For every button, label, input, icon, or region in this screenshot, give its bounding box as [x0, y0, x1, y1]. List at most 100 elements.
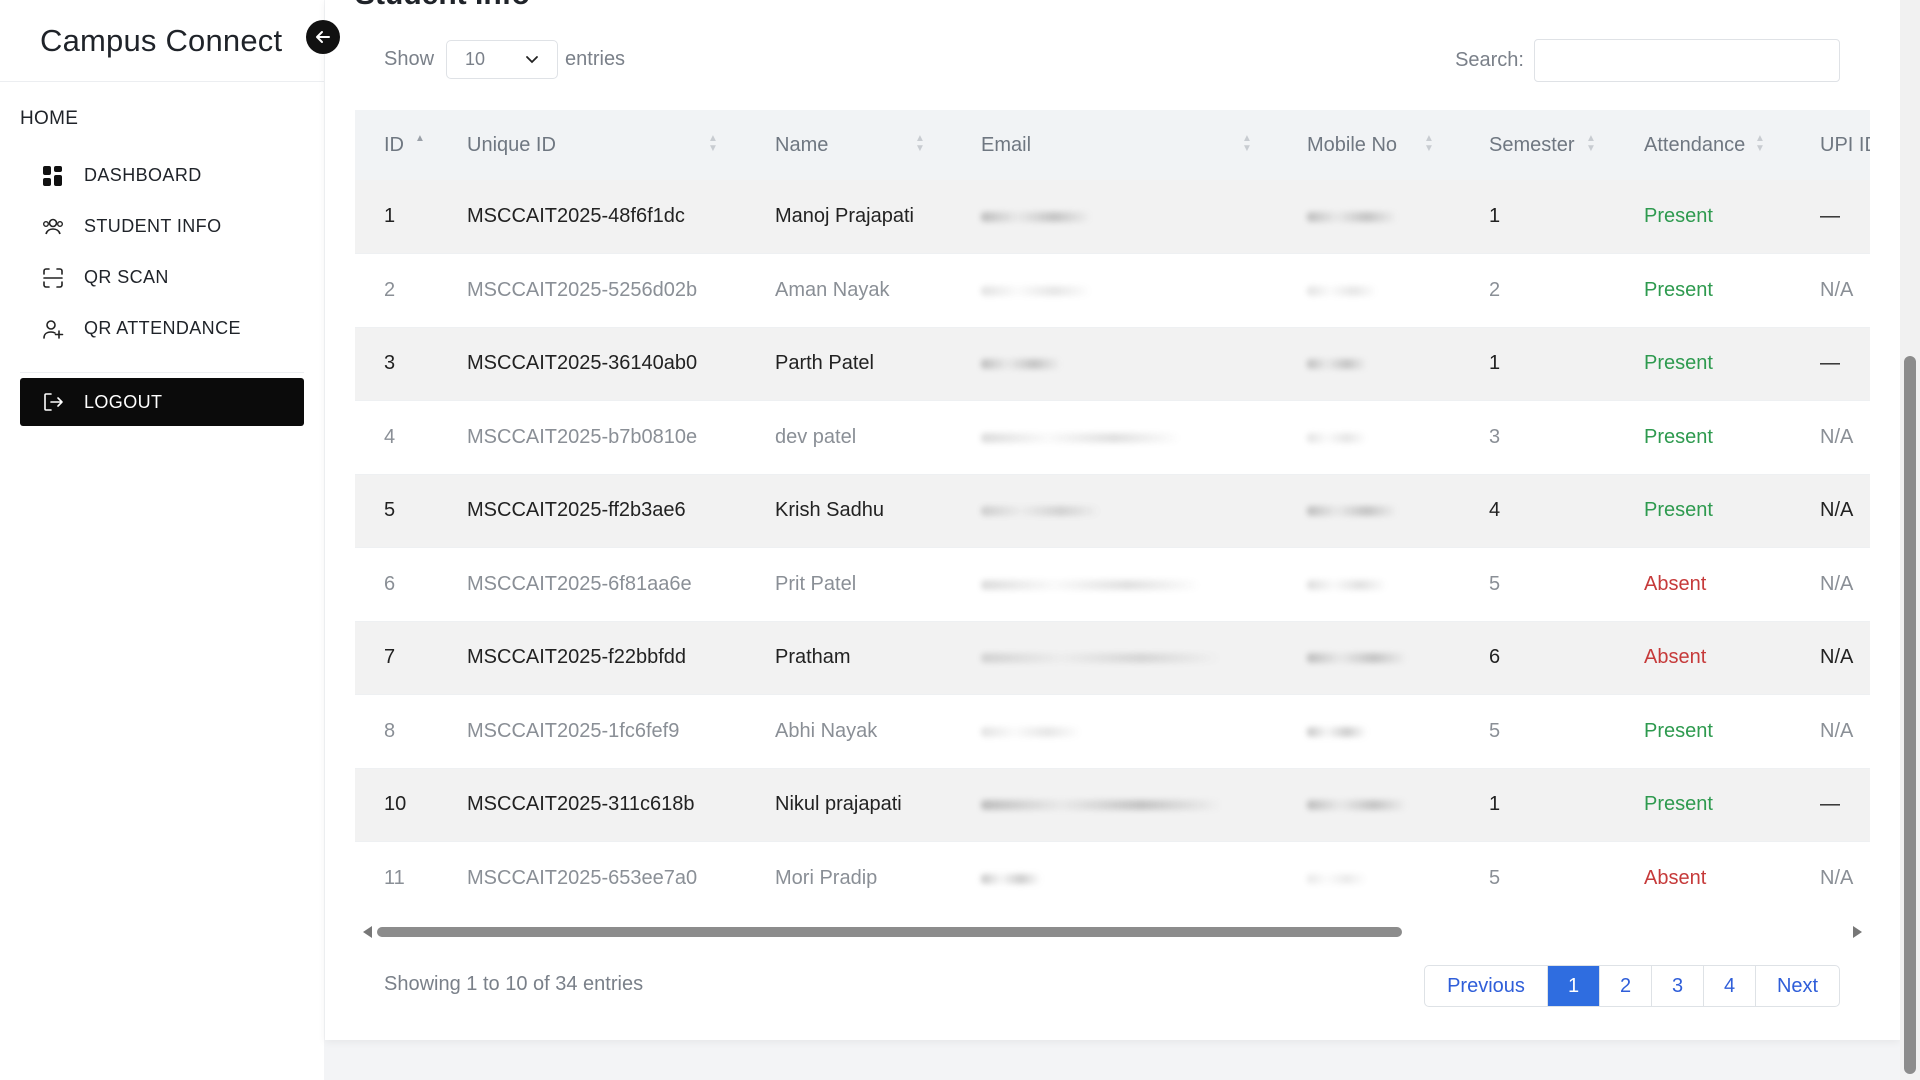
- sort-icon: ▲ ▼: [1424, 133, 1434, 154]
- column-header-semester[interactable]: Semester ▲ ▼: [1460, 110, 1615, 180]
- cell-unique-id: MSCCAIT2025-1fc6fef9: [467, 719, 680, 742]
- cell-semester: 2: [1489, 278, 1501, 301]
- table-horizontal-scrollbar[interactable]: [355, 925, 1870, 939]
- cell-attendance: Absent: [1644, 866, 1707, 889]
- dashboard-grid-icon: [40, 163, 66, 189]
- redacted-mobile: [1307, 432, 1367, 443]
- cell-email-redacted: [952, 401, 1278, 475]
- cell-email-redacted: [952, 474, 1278, 548]
- cell-unique-id: MSCCAIT2025-311c618b: [467, 793, 695, 816]
- cell-upi-id: N/A: [1820, 572, 1854, 595]
- table-row[interactable]: 10 MSCCAIT2025-311c618b Nikul prajapati …: [355, 768, 1870, 842]
- nav-section-home: HOME: [20, 108, 79, 129]
- table-row[interactable]: 3 MSCCAIT2025-36140ab0 Parth Patel 1 Pre…: [355, 327, 1870, 401]
- cell-name: Manoj Prajapati: [775, 205, 914, 227]
- cell-semester: 5: [1489, 572, 1501, 595]
- next-page-button[interactable]: Next: [1755, 966, 1839, 1006]
- cell-upi-id: N/A: [1820, 278, 1854, 301]
- page-4-button[interactable]: 4: [1703, 966, 1755, 1006]
- table-row[interactable]: 7 MSCCAIT2025-f22bbfdd Pratham 6 Absent …: [355, 621, 1870, 695]
- table-row[interactable]: 2 MSCCAIT2025-5256d02b Aman Nayak 2 Pres…: [355, 253, 1870, 328]
- table-row[interactable]: 6 MSCCAIT2025-6f81aa6e Prit Patel 5 Abse…: [355, 547, 1870, 622]
- sidebar-item-label: STUDENT INFO: [84, 216, 222, 236]
- cell-semester: 1: [1489, 352, 1501, 375]
- cell-mobile-redacted: [1278, 548, 1460, 622]
- search-input[interactable]: [1534, 39, 1840, 82]
- cell-id: 2: [384, 278, 396, 301]
- column-header-mobile[interactable]: Mobile No ▲ ▼: [1278, 110, 1460, 180]
- cell-attendance: Present: [1644, 793, 1713, 816]
- column-header-email[interactable]: Email ▲ ▼: [952, 110, 1278, 180]
- column-header-upi-id[interactable]: UPI ID: [1791, 110, 1870, 180]
- column-header-attendance[interactable]: Attendance ▲ ▼: [1615, 110, 1791, 180]
- cell-email-redacted: [952, 254, 1278, 328]
- redacted-email: [981, 726, 1081, 737]
- sidebar-item-qr-scan[interactable]: QR SCAN: [0, 252, 324, 303]
- page-2-button[interactable]: 2: [1599, 966, 1651, 1006]
- cell-email-redacted: [952, 695, 1278, 769]
- cell-name: dev patel: [775, 425, 857, 448]
- student-info-card: Student Info Show 10 entries Search: ID▲…: [325, 0, 1900, 1040]
- entries-select[interactable]: 10: [446, 40, 559, 79]
- show-label: Show: [384, 48, 435, 70]
- cell-unique-id: MSCCAIT2025-6f81aa6e: [467, 572, 692, 595]
- column-header-unique-id[interactable]: Unique ID ▲ ▼: [438, 110, 746, 180]
- sidebar-item-dashboard[interactable]: DASHBOARD: [0, 150, 324, 201]
- cell-upi-id: —: [1820, 352, 1840, 375]
- page-vertical-scrollbar[interactable]: [1900, 0, 1920, 1080]
- redacted-email: [981, 285, 1091, 296]
- cell-name: Aman Nayak: [775, 278, 890, 301]
- scroll-left-icon[interactable]: [363, 926, 372, 938]
- cell-unique-id: MSCCAIT2025-36140ab0: [467, 352, 698, 375]
- sort-icon: ▲ ▼: [708, 133, 718, 154]
- cell-name: Nikul prajapati: [775, 793, 902, 816]
- table-row[interactable]: 1 MSCCAIT2025-48f6f1dc Manoj Prajapati 1…: [355, 180, 1870, 254]
- cell-upi-id: —: [1820, 793, 1840, 816]
- scroll-right-icon[interactable]: [1853, 926, 1862, 938]
- page-3-button[interactable]: 3: [1651, 966, 1703, 1006]
- sort-icon: ▲ ▼: [915, 133, 925, 154]
- table-row[interactable]: 5 MSCCAIT2025-ff2b3ae6 Krish Sadhu 4 Pre…: [355, 474, 1870, 548]
- previous-page-button[interactable]: Previous: [1425, 966, 1547, 1006]
- redacted-email: [981, 579, 1201, 590]
- table-row[interactable]: 8 MSCCAIT2025-1fc6fef9 Abhi Nayak 5 Pres…: [355, 694, 1870, 769]
- cell-unique-id: MSCCAIT2025-b7b0810e: [467, 425, 698, 448]
- search-control: Search:: [1455, 39, 1840, 82]
- cell-email-redacted: [952, 768, 1278, 842]
- column-header-id[interactable]: ID ▲: [355, 110, 438, 180]
- cell-semester: 5: [1489, 866, 1501, 889]
- cell-name: Pratham: [775, 646, 851, 669]
- redacted-email: [981, 212, 1091, 222]
- scrollbar-thumb[interactable]: [1904, 356, 1916, 1074]
- cell-attendance: Present: [1644, 499, 1713, 522]
- redacted-email: [981, 653, 1221, 664]
- students-table: ID ▲ Unique ID ▲ ▼ Name ▲ ▼ Email ▲ ▼ Mobile No…: [355, 110, 1870, 915]
- redacted-email: [981, 359, 1061, 370]
- collapse-sidebar-button[interactable]: [306, 20, 340, 54]
- scrollbar-thumb[interactable]: [377, 927, 1402, 937]
- cell-mobile-redacted: [1278, 695, 1460, 769]
- sort-icon: ▲ ▼: [1586, 133, 1596, 154]
- column-header-name[interactable]: Name ▲ ▼: [746, 110, 952, 180]
- sidebar-item-qr-attendance[interactable]: QR ATTENDANCE: [0, 303, 324, 354]
- table-header-row: ID ▲ Unique ID ▲ ▼ Name ▲ ▼ Email ▲ ▼ Mobile No…: [355, 110, 1870, 180]
- table-row[interactable]: 4 MSCCAIT2025-b7b0810e dev patel 3 Prese…: [355, 400, 1870, 475]
- users-icon: [40, 214, 66, 240]
- sort-icon: ▲ ▼: [1242, 133, 1252, 154]
- page-title: Student Info: [355, 0, 530, 12]
- cell-upi-id: N/A: [1820, 719, 1854, 742]
- cell-unique-id: MSCCAIT2025-48f6f1dc: [467, 205, 685, 227]
- cell-id: 11: [384, 866, 405, 889]
- entries-select-value: 10: [465, 49, 486, 69]
- page-1-button[interactable]: 1: [1547, 966, 1599, 1006]
- table-row[interactable]: 11 MSCCAIT2025-653ee7a0 Mori Pradip 5 Ab…: [355, 841, 1870, 915]
- redacted-email: [981, 873, 1041, 884]
- sidebar-item-student-info[interactable]: STUDENT INFO: [0, 201, 324, 252]
- logout-button[interactable]: LOGOUT: [20, 378, 304, 426]
- entries-control: Show 10 entries: [384, 40, 625, 79]
- cell-name: Prit Patel: [775, 572, 857, 595]
- pagination: Previous 1 2 3 4 Next: [1424, 965, 1840, 1007]
- redacted-mobile: [1307, 212, 1397, 222]
- cell-email-redacted: [952, 180, 1278, 254]
- cell-semester: 5: [1489, 719, 1501, 742]
